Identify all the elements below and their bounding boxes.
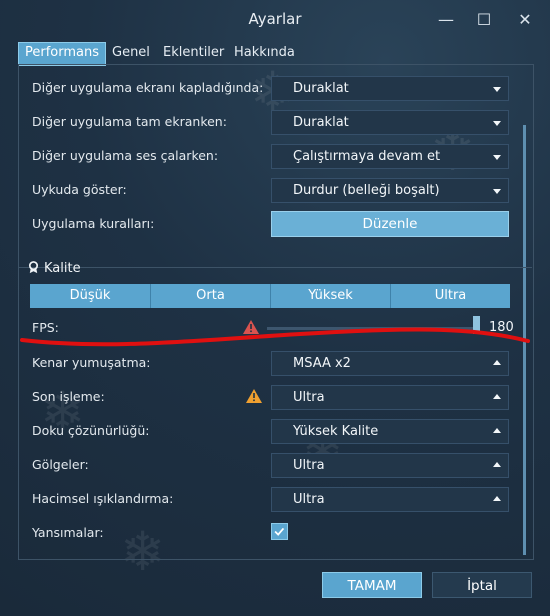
row-label: Uygulama kuralları: — [32, 216, 155, 231]
fps-slider-thumb[interactable] — [473, 316, 480, 334]
tab-performance[interactable]: Performans — [18, 42, 107, 66]
select-value: Duraklat — [293, 115, 349, 130]
title-bar: Ayarlar — ☐ ✕ — [0, 0, 550, 40]
tab-extensions[interactable]: Eklentiler — [157, 42, 230, 64]
chevron-up-icon — [493, 496, 501, 501]
tab-about[interactable]: Hakkında — [228, 42, 301, 64]
chevron-up-icon — [493, 360, 501, 365]
preset-ultra-button[interactable]: Ultra — [390, 284, 510, 308]
quality-group — [19, 267, 532, 558]
row-label: Yansımalar: — [32, 525, 104, 540]
select-value: Yüksek Kalite — [293, 424, 379, 439]
fullscreen-app-select[interactable]: Duraklat — [271, 110, 509, 135]
warning-icon — [246, 389, 262, 403]
shadows-select[interactable]: Ultra — [271, 453, 509, 478]
chevron-up-icon — [493, 394, 501, 399]
close-icon[interactable]: ✕ — [512, 8, 538, 32]
tab-general[interactable]: Genel — [106, 42, 156, 64]
fps-slider-track[interactable] — [267, 327, 477, 330]
volumetric-lighting-select[interactable]: Ultra — [271, 487, 509, 512]
chevron-down-icon — [493, 189, 501, 194]
row-label: Doku çözünürlüğü: — [32, 423, 150, 438]
texture-resolution-select[interactable]: Yüksek Kalite — [271, 419, 509, 444]
fps-label: FPS: — [32, 320, 59, 335]
select-value: Ultra — [293, 458, 325, 473]
row-label: Diğer uygulama tam ekranken: — [32, 114, 227, 129]
select-value: Ultra — [293, 492, 325, 507]
select-value: Durdur (belleği boşalt) — [293, 183, 440, 198]
minimize-icon[interactable]: — — [433, 8, 459, 32]
checkmark-icon — [274, 527, 285, 536]
select-value: MSAA x2 — [293, 356, 351, 371]
chevron-down-icon — [493, 87, 501, 92]
quality-preset-bar: Düşük Orta Yüksek Ultra — [30, 284, 510, 308]
chevron-down-icon — [493, 121, 501, 126]
chevron-up-icon — [493, 462, 501, 467]
reflections-checkbox[interactable] — [271, 523, 288, 540]
settings-window: ❄ ❄ ❄ ❄ ❄ Ayarlar — ☐ ✕ Performans Genel… — [0, 0, 550, 616]
maximize-icon[interactable]: ☐ — [471, 8, 497, 32]
chevron-down-icon — [493, 155, 501, 160]
preset-medium-button[interactable]: Orta — [150, 284, 270, 308]
sleep-select[interactable]: Durdur (belleği boşalt) — [271, 178, 509, 203]
warning-icon — [243, 320, 259, 334]
row-label: Diğer uygulama ekranı kapladığında: — [32, 80, 264, 95]
select-value: Çalıştırmaya devam et — [293, 149, 441, 164]
row-label: Kenar yumuşatma: — [32, 355, 151, 370]
row-label: Diğer uygulama ses çalarken: — [32, 148, 219, 163]
audio-playing-select[interactable]: Çalıştırmaya devam et — [271, 144, 509, 169]
window-title: Ayarlar — [248, 10, 302, 28]
chevron-up-icon — [493, 428, 501, 433]
select-value: Ultra — [293, 390, 325, 405]
row-label: Son işleme: — [32, 389, 105, 404]
award-icon — [28, 261, 39, 274]
edit-app-rules-button[interactable]: Düzenle — [271, 211, 509, 237]
cancel-button[interactable]: İptal — [432, 572, 532, 598]
row-label: Gölgeler: — [32, 457, 89, 472]
quality-group-title: Kalite — [27, 261, 81, 276]
preset-low-button[interactable]: Düşük — [30, 284, 150, 308]
row-label: Uykuda göster: — [32, 182, 127, 197]
select-value: Duraklat — [293, 81, 349, 96]
fullscreen-cover-select[interactable]: Duraklat — [271, 76, 509, 101]
ok-button[interactable]: TAMAM — [322, 572, 422, 598]
quality-title-label: Kalite — [44, 261, 81, 276]
antialiasing-select[interactable]: MSAA x2 — [271, 351, 509, 376]
settings-panel: Diğer uygulama ekranı kapladığında: Dura… — [18, 64, 534, 560]
fps-value: 180 — [489, 320, 514, 335]
row-label: Hacimsel ışıklandırma: — [32, 491, 174, 506]
post-processing-select[interactable]: Ultra — [271, 385, 509, 410]
preset-high-button[interactable]: Yüksek — [270, 284, 390, 308]
